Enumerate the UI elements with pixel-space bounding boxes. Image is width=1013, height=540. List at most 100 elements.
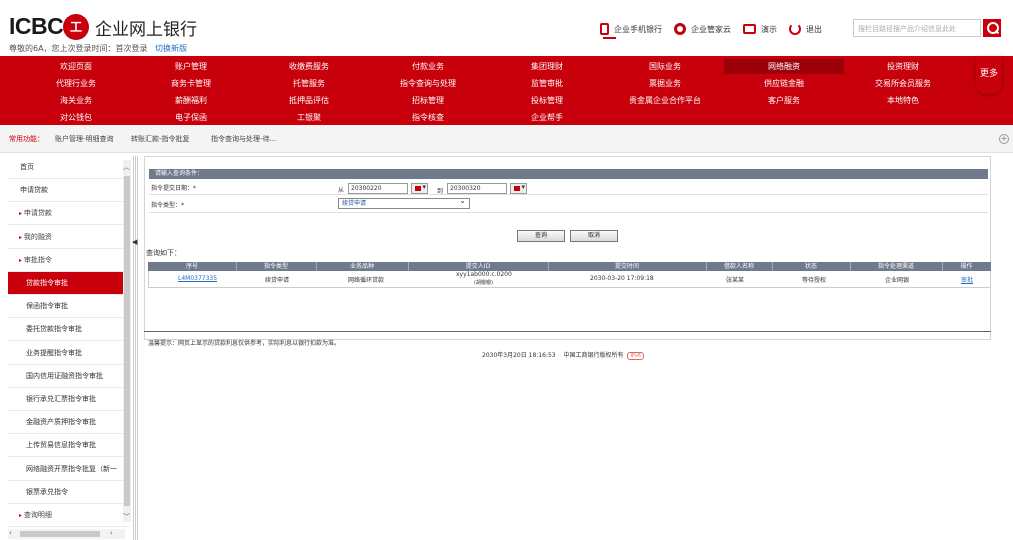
quick-functions-bar: 常用功能： 账户管理-明细查询 转账汇款-指令批复 指令查询与处理-待... + — [0, 125, 1013, 153]
submit-time-cell: 2030-03-20 17:09:18 — [590, 275, 654, 282]
cancel-button[interactable]: 取消 — [570, 230, 618, 242]
column-header: 业务品种 — [349, 263, 374, 270]
menu-item[interactable]: 投标管理 — [487, 93, 607, 108]
menu-item[interactable]: 账户管理 — [131, 59, 251, 74]
menu-item[interactable]: 薪酬福利 — [131, 93, 251, 108]
sidebar-horizontal-scrollbar-thumb[interactable] — [20, 531, 100, 537]
menu-item[interactable]: 客户服务 — [724, 93, 844, 108]
search-input[interactable]: 搜栏目路径搜产品介绍信息此处 — [853, 19, 981, 37]
sidebar-item[interactable]: 银票承兑指令 — [8, 481, 130, 504]
menu-item[interactable]: 供应链金融 — [724, 76, 844, 91]
menu-item[interactable]: 工银聚 — [249, 110, 369, 125]
sidebar-item[interactable]: 业务提醒指令审批 — [8, 342, 130, 365]
sidebar-scrollbar-thumb[interactable] — [124, 176, 130, 506]
top-header: ICBC 工 企业网上银行 尊敬的6A，您上次登录时间：首次登录 切换新版 企业… — [0, 0, 1013, 56]
instruction-type-select[interactable]: 续贷申请 — [338, 196, 470, 209]
menu-item[interactable]: 托管服务 — [249, 76, 369, 91]
collapse-sidebar-icon[interactable]: ◀ — [132, 238, 137, 246]
menu-item[interactable]: 招标管理 — [368, 93, 488, 108]
footer-text: 2030年3月20日 18:16:53 中国工商银行版权所有 — [482, 352, 624, 359]
menu-item[interactable]: 集团理财 — [487, 59, 607, 74]
sidebar-item[interactable]: 申请贷款 — [8, 179, 130, 203]
quick-link[interactable]: 指令查询与处理-待... — [211, 125, 276, 153]
sidebar-item[interactable]: 保函指令审批 — [8, 295, 130, 319]
menu-item[interactable]: 监管审批 — [487, 76, 607, 91]
instruction-id-link[interactable]: L4M0377335 — [178, 275, 217, 282]
tool-label: 企业手机银行 — [614, 24, 662, 34]
calendar-icon[interactable] — [510, 183, 527, 194]
search-icon[interactable] — [983, 19, 1001, 37]
menu-item[interactable]: 对公钱包 — [16, 110, 136, 125]
column-header: 序号 — [185, 263, 198, 270]
sidebar-item[interactable]: 网络融资开票指令批复（新一 — [8, 458, 130, 481]
to-date-input[interactable]: 20300320 — [447, 183, 507, 194]
main-menu-grid: 欢迎页面 账户管理 收缴费服务 付款业务 集团理财 国际业务 网络融资 投资理财代理行业务 商务… — [0, 59, 971, 125]
query-button[interactable]: 查询 — [517, 230, 565, 242]
sidebar-item[interactable]: 银行承兑汇票指令审批 — [8, 388, 130, 411]
menu-item[interactable]: 票据业务 — [605, 76, 725, 91]
menu-item[interactable]: 抵押品评估 — [249, 93, 369, 108]
menu-item[interactable]: 国际业务 — [605, 59, 725, 74]
borrower-cell: 张某某 — [726, 277, 745, 284]
divider — [149, 212, 988, 213]
quick-link[interactable]: 账户管理-明细查询 — [55, 125, 114, 153]
switch-new-version-link[interactable]: 切换新版 — [155, 43, 187, 54]
submitter-name-cell: (胡瓣瓣) — [474, 280, 493, 286]
scroll-down-icon[interactable]: ﹀ — [123, 512, 130, 522]
from-date-input[interactable]: 20300220 — [348, 183, 408, 194]
menu-item[interactable]: 电子保函 — [131, 110, 251, 125]
column-separator — [316, 262, 317, 271]
column-separator — [850, 262, 851, 271]
top-tools: 企业手机银行 企业管家云 演示 退出 — [600, 20, 834, 39]
menu-item[interactable]: 指令查询与处理 — [368, 76, 488, 91]
channel-cell: 企业网银 — [885, 277, 910, 284]
mobile-banking-button[interactable]: 企业手机银行 — [600, 23, 662, 39]
menu-item[interactable]: 交易所会员服务 — [843, 76, 963, 91]
calendar-icon[interactable] — [411, 183, 428, 194]
divider — [144, 331, 991, 332]
sidebar-item[interactable]: ▸ 申请贷款 — [8, 202, 130, 226]
sidebar-item-label: 网络融资开票指令批复（新一 — [26, 464, 117, 473]
sidebar-item[interactable]: 国内信用证融资指令审批 — [8, 365, 130, 388]
pane-splitter[interactable] — [132, 156, 138, 540]
menu-item[interactable]: 付款业务 — [368, 59, 488, 74]
menu-item[interactable]: 商务卡管理 — [131, 76, 251, 91]
tool-label: 退出 — [806, 24, 822, 34]
column-header: 指令处理渠道 — [877, 263, 914, 270]
butler-cloud-button[interactable]: 企业管家云 — [674, 23, 731, 35]
sidebar-item[interactable]: 贷款指令审批 — [8, 272, 130, 295]
sidebar-item[interactable]: 上传贸易信息指令审批 — [8, 434, 130, 458]
sidebar-item[interactable]: 委托贷款指令审批 — [8, 318, 130, 342]
sidebar-item-label: 银行承兑汇票指令审批 — [26, 395, 96, 403]
add-quick-function-icon[interactable]: + — [999, 134, 1009, 144]
tool-label: 演示 — [761, 24, 777, 34]
sidebar-item-label: 银票承兑指令 — [26, 487, 68, 496]
sidebar-item[interactable]: ▸ 查询明细 — [8, 504, 130, 527]
menu-item[interactable]: 指令核查 — [368, 110, 488, 125]
footer: 2030年3月20日 18:16:53 中国工商银行版权所有 IPv6 — [482, 350, 645, 360]
sidebar-item[interactable]: 首页 — [8, 156, 130, 179]
column-header: 提交人ID — [465, 263, 491, 270]
menu-item[interactable]: 贵金属企业合作平台 — [605, 93, 725, 108]
menu-item[interactable]: 投资理财 — [843, 59, 963, 74]
menu-item[interactable]: 欢迎页面 — [16, 59, 136, 74]
power-icon — [789, 23, 801, 35]
icbc-logo-text: ICBC — [9, 13, 64, 39]
menu-item[interactable]: 企业帮手 — [487, 110, 607, 125]
sidebar-item[interactable]: 金融资产质押指令审批 — [8, 411, 130, 435]
menu-item[interactable]: 网络融资 — [724, 59, 844, 74]
approve-link[interactable]: 审批 — [961, 275, 973, 284]
scroll-left-icon[interactable]: ‹ — [9, 529, 12, 537]
menu-item[interactable]: 本地特色 — [843, 93, 963, 108]
sidebar-item[interactable]: ▸ 我的融资 — [8, 226, 130, 249]
more-menu-button[interactable]: 更多 — [976, 56, 1002, 94]
menu-item[interactable]: 海关业务 — [16, 93, 136, 108]
demo-button[interactable]: 演示 — [743, 24, 777, 35]
menu-item[interactable]: 收缴费服务 — [249, 59, 369, 74]
scroll-right-icon[interactable]: › — [110, 529, 113, 537]
scroll-up-icon[interactable]: ︿ — [123, 162, 130, 172]
menu-item[interactable]: 代理行业务 — [16, 76, 136, 91]
logout-button[interactable]: 退出 — [789, 23, 822, 35]
sidebar-item[interactable]: ▸ 审批指令 — [8, 249, 130, 272]
quick-link[interactable]: 转账汇款-指令批复 — [131, 125, 190, 153]
